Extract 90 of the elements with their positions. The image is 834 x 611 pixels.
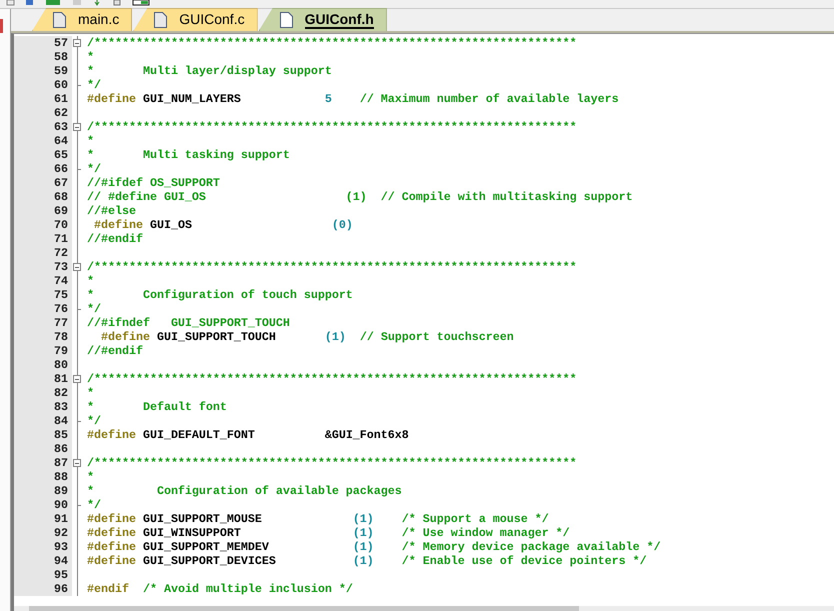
line-number: 59 [14,64,72,78]
line-number: 95 [14,568,72,582]
code-line: #define GUI_SUPPORT_MEMDEV (1) /* Memory device package available */ [86,540,662,554]
line-number: 79 [14,344,72,358]
document-icon [280,12,293,28]
code-line: /********************************************************************* [86,456,578,470]
code-line: #define GUI_NUM_LAYERS 5 // Maximum number of available layers [86,92,620,106]
arrow-icon[interactable] [92,0,102,6]
file-tab[interactable]: GUIConf.c [133,8,258,31]
collapse-icon[interactable] [73,263,81,271]
file-tab[interactable]: main.c [32,8,132,31]
line-number: 58 [14,50,72,64]
code-line: * [86,134,95,148]
code-line: #define GUI_DEFAULT_FONT &GUI_Font6x8 [86,428,410,442]
line-number: 72 [14,246,72,260]
file-tab[interactable]: GUIConf.h [258,8,387,31]
line-number: 83 [14,400,72,414]
line-number: 80 [14,358,72,372]
code-line: #define GUI_SUPPORT_DEVICES (1) /* Enable use of device pointers */ [86,554,648,568]
line-number: 64 [14,134,72,148]
line-number: 76 [14,302,72,316]
line-number: 63 [14,120,72,134]
code-line: #endif /* Avoid multiple inclusion */ [86,582,354,596]
line-number: 61 [14,92,72,106]
collapse-icon[interactable] [73,123,81,131]
code-line: #define GUI_WINSUPPORT (1) /* Use window manager */ [86,526,571,540]
code-line: * Configuration of touch support [86,288,354,302]
toolbar-icon[interactable] [6,0,15,6]
line-number: 60 [14,78,72,92]
line-number: 73 [14,260,72,274]
code-line: // #define GUI_OS (1) // Compile with multitasking support [86,190,634,204]
code-line: #define GUI_OS (0) [92,218,354,232]
code-line: #define GUI_SUPPORT_TOUCH (1) // Support touchscreen [100,330,515,344]
line-number: 71 [14,232,72,246]
code-line: * [86,50,95,64]
code-line: * [86,274,95,288]
collapse-icon[interactable] [73,375,81,383]
line-number: 57 [14,36,72,50]
code-line: */ [86,302,102,316]
line-number: 92 [14,526,72,540]
line-number: 75 [14,288,72,302]
code-line: //#endif [86,232,144,246]
line-number: 90 [14,498,72,512]
code-line: */ [86,498,102,512]
code-line: * [86,470,95,484]
line-number: 69 [14,204,72,218]
collapse-icon[interactable] [73,39,81,47]
code-line: /********************************************************************* [86,120,578,134]
line-number: 82 [14,386,72,400]
line-number: 74 [14,274,72,288]
line-number: 81 [14,372,72,386]
line-number: 70 [14,218,72,232]
code-line: * Default font [86,400,228,414]
window-icon[interactable] [132,0,150,6]
document-icon [154,12,168,28]
line-number: 93 [14,540,72,554]
document-icon [53,12,66,28]
line-number: 96 [14,582,72,596]
code-line: //#ifdef OS_SUPPORT [86,176,221,190]
line-number: 88 [14,470,72,484]
line-number: 65 [14,148,72,162]
code-line: //#ifndef GUI_SUPPORT_TOUCH [86,316,291,330]
line-number: 68 [14,190,72,204]
code-line: /********************************************************************* [86,372,578,386]
horizontal-scrollbar[interactable] [14,606,834,611]
line-number: 62 [14,106,72,120]
code-line: //#else [86,204,137,218]
code-line: * Multi layer/display support [86,64,333,78]
code-line: */ [86,162,102,176]
line-number: 78 [14,330,72,344]
line-number: 84 [14,414,72,428]
line-number: 94 [14,554,72,568]
code-line: */ [86,414,102,428]
code-line: /********************************************************************* [86,260,578,274]
line-number: 85 [14,428,72,442]
code-line: * Configuration of available packages [86,484,403,498]
code-line: */ [86,78,102,92]
code-line: //#endif [86,344,144,358]
line-number: 67 [14,176,72,190]
line-number: 86 [14,442,72,456]
line-number: 89 [14,484,72,498]
collapse-icon[interactable] [73,459,81,467]
code-line: * Multi tasking support [86,148,291,162]
line-number: 87 [14,456,72,470]
line-number: 77 [14,316,72,330]
code-line: #define GUI_SUPPORT_MOUSE (1) /* Support a mouse */ [86,512,550,526]
code-line: /********************************************************************* [86,36,578,50]
line-number: 91 [14,512,72,526]
line-number: 66 [14,162,72,176]
code-line: * [86,386,95,400]
